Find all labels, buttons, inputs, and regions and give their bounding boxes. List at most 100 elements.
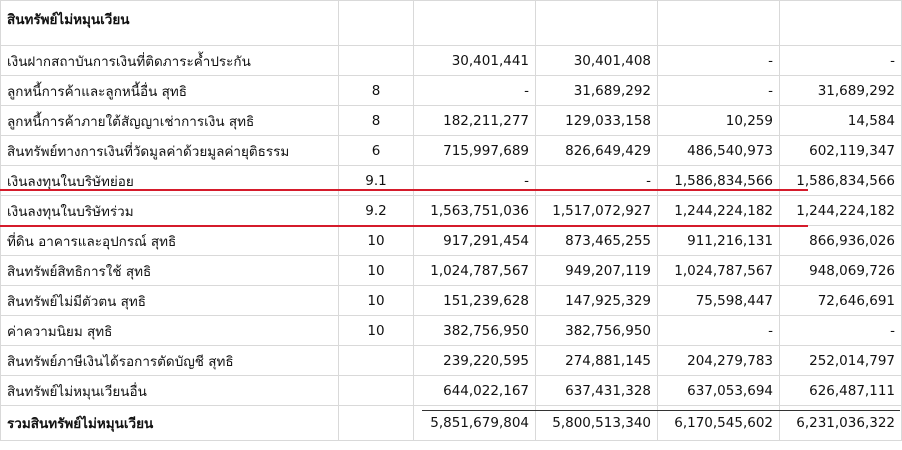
value-cell[interactable]: - [413,165,536,196]
cell[interactable] [413,0,536,37]
row-label[interactable]: สินทรัพย์ทางการเงินที่วัดมูลค่าด้วยมูลค่… [0,135,339,166]
row-note[interactable]: 10 [338,255,414,286]
value-cell[interactable]: 1,563,751,036 [413,195,536,226]
value-cell[interactable]: 252,014,797 [779,345,902,376]
value-cell[interactable]: 626,487,111 [779,375,902,406]
table-row: ลูกหนี้การค้าและลูกหนี้อื่น สุทธิ 8-31,68… [0,75,902,106]
cell[interactable] [535,0,658,37]
value-cell[interactable]: - [413,75,536,106]
cell[interactable] [535,37,658,46]
value-cell[interactable]: 1,586,834,566 [779,165,902,196]
value-cell[interactable]: 486,540,973 [657,135,780,166]
value-cell[interactable]: - [779,315,902,346]
table-row: สินทรัพย์ไม่หมุนเวียนอื่น 644,022,167 637,… [0,375,902,406]
row-note[interactable]: 8 [338,105,414,136]
cell[interactable] [0,37,339,46]
table-row: สินทรัพย์สิทธิการใช้ สุทธิ 10 1,024,787,56… [0,255,902,286]
value-cell[interactable]: 14,584 [779,105,902,136]
value-cell[interactable]: 31,689,292 [535,75,658,106]
total-underline [422,410,900,411]
row-label[interactable]: เงินลงทุนในบริษัทย่อย [0,165,339,196]
table-row: ที่ดิน อาคารและอุปกรณ์ สุทธิ 10 917,291,45… [0,225,902,256]
row-label[interactable]: สินทรัพย์ภาษีเงินได้รอการตัดบัญชี สุทธิ [0,345,339,376]
row-note[interactable]: 10 [338,285,414,316]
row-note[interactable] [338,45,414,76]
value-cell[interactable]: 949,207,119 [535,255,658,286]
section-header-row: สินทรัพย์ไม่หมุนเวียน [0,0,902,37]
value-cell[interactable]: 129,033,158 [535,105,658,136]
value-cell[interactable]: 382,756,950 [413,315,536,346]
value-cell[interactable]: 715,997,689 [413,135,536,166]
value-cell[interactable]: 1,024,787,567 [413,255,536,286]
row-note[interactable]: 10 [338,315,414,346]
row-label[interactable]: ลูกหนี้การค้าและลูกหนี้อื่น สุทธิ [0,75,339,106]
value-cell[interactable]: 866,936,026 [779,225,902,256]
table-row: เงินฝากสถาบันการเงินที่ติดภาระค้ำประกัน 3… [0,45,902,76]
value-cell[interactable]: 151,239,628 [413,285,536,316]
value-cell[interactable]: 1,517,072,927 [535,195,658,226]
row-note[interactable] [338,375,414,406]
value-cell[interactable]: 274,881,145 [535,345,658,376]
value-cell[interactable]: 382,756,950 [535,315,658,346]
cell[interactable] [779,0,902,37]
value-cell[interactable]: 182,211,277 [413,105,536,136]
value-cell[interactable]: 204,279,783 [657,345,780,376]
value-cell[interactable]: - [535,165,658,196]
cell[interactable] [338,0,414,37]
highlight-line-bottom [0,225,808,227]
row-label[interactable]: สินทรัพย์ไม่หมุนเวียนอื่น [0,375,339,406]
table-row: สินทรัพย์ทางการเงินที่วัดมูลค่าด้วยมูลค่… [0,135,902,166]
row-label[interactable]: ที่ดิน อาคารและอุปกรณ์ สุทธิ [0,225,339,256]
table-row: เงินลงทุนในบริษัทร่วม 9.2 1,563,751,036 1,5… [0,195,902,226]
value-cell[interactable]: 917,291,454 [413,225,536,256]
value-cell[interactable]: 147,925,329 [535,285,658,316]
highlight-line-top [0,189,808,191]
value-cell[interactable]: 239,220,595 [413,345,536,376]
row-note[interactable]: 9.1 [338,165,414,196]
row-note[interactable]: 6 [338,135,414,166]
value-cell[interactable]: 30,401,441 [413,45,536,76]
row-label[interactable]: สินทรัพย์ไม่มีตัวตน สุทธิ [0,285,339,316]
section-title[interactable]: สินทรัพย์ไม่หมุนเวียน [0,0,339,37]
row-label[interactable]: เงินฝากสถาบันการเงินที่ติดภาระค้ำประกัน [0,45,339,76]
value-cell[interactable]: 873,465,255 [535,225,658,256]
row-label[interactable]: ลูกหนี้การค้าภายใต้สัญญาเช่าการเงิน สุทธ… [0,105,339,136]
value-cell[interactable]: 911,216,131 [657,225,780,256]
row-note[interactable]: 8 [338,75,414,106]
value-cell[interactable]: 644,022,167 [413,375,536,406]
value-cell[interactable]: 75,598,447 [657,285,780,316]
row-note[interactable]: 9.2 [338,195,414,226]
spacer-row [0,37,902,46]
value-cell[interactable]: 637,431,328 [535,375,658,406]
cell[interactable] [779,37,902,46]
value-cell[interactable]: 602,119,347 [779,135,902,166]
row-label[interactable]: เงินลงทุนในบริษัทร่วม [0,195,339,226]
row-note[interactable] [338,345,414,376]
value-cell[interactable]: 72,646,691 [779,285,902,316]
table-row: เงินลงทุนในบริษัทย่อย 9.1- -1,586,834,566 1… [0,165,902,196]
cell[interactable] [413,37,536,46]
value-cell[interactable]: - [657,75,780,106]
total-label[interactable]: รวมสินทรัพย์ไม่หมุนเวียน [0,405,339,441]
value-cell[interactable]: - [657,315,780,346]
value-cell[interactable]: 1,244,224,182 [657,195,780,226]
value-cell[interactable]: 30,401,408 [535,45,658,76]
total-note[interactable] [338,405,414,441]
value-cell[interactable]: 637,053,694 [657,375,780,406]
row-label[interactable]: สินทรัพย์สิทธิการใช้ สุทธิ [0,255,339,286]
value-cell[interactable]: - [779,45,902,76]
cell[interactable] [657,37,780,46]
value-cell[interactable]: 948,069,726 [779,255,902,286]
cell[interactable] [338,37,414,46]
row-note[interactable]: 10 [338,225,414,256]
value-cell[interactable]: 10,259 [657,105,780,136]
value-cell[interactable]: 1,586,834,566 [657,165,780,196]
value-cell[interactable]: 826,649,429 [535,135,658,166]
value-cell[interactable]: 31,689,292 [779,75,902,106]
value-cell[interactable]: 1,024,787,567 [657,255,780,286]
value-cell[interactable]: - [657,45,780,76]
cell[interactable] [657,0,780,37]
table-row: สินทรัพย์ไม่มีตัวตน สุทธิ 10 151,239,628 14… [0,285,902,316]
row-label[interactable]: ค่าความนิยม สุทธิ [0,315,339,346]
value-cell[interactable]: 1,244,224,182 [779,195,902,226]
